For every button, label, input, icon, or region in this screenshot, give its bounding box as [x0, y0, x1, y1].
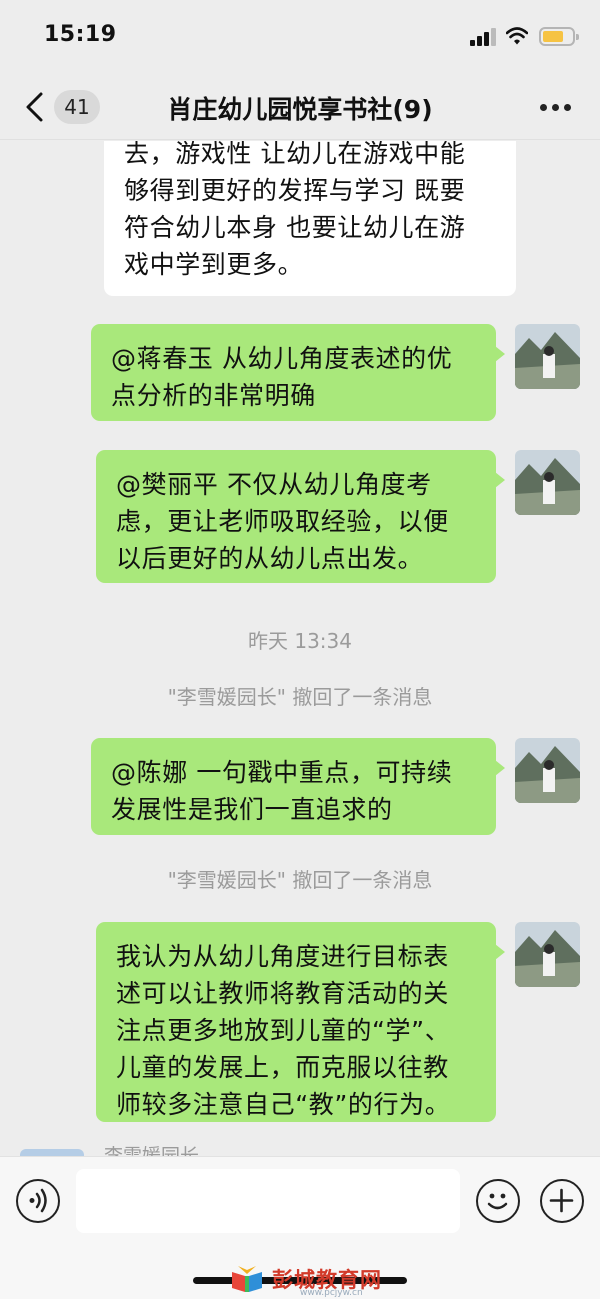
message-line: 符合幼儿本身 也要让幼儿在游	[124, 213, 466, 242]
chat-screen: 15:19 41 肖庄幼儿园悦享书社(9) 去，游戏性 让幼儿在游戏中能 够得到…	[0, 0, 600, 1299]
recall-notice: "李雪媛园长" 撤回了一条消息	[167, 868, 433, 892]
status-bar: 15:19	[0, 0, 600, 74]
message-line: 发展性是我们一直追求的	[111, 795, 393, 824]
watermark-logo	[232, 1266, 262, 1292]
signal-icon	[470, 28, 498, 46]
message-line: 注点更多地放到儿童的“学”、	[116, 1016, 451, 1045]
voice-icon	[29, 1188, 47, 1213]
message-line: 点分析的非常明确	[111, 381, 316, 410]
message-line: 述可以让教师将教育活动的关	[116, 979, 449, 1008]
message-line: 去，游戏性 让幼儿在游戏中能	[124, 141, 466, 168]
avatar[interactable]	[515, 738, 580, 803]
avatar-image	[515, 738, 580, 803]
avatar-image	[515, 922, 580, 987]
avatar-image	[515, 450, 580, 515]
message-line: 够得到更好的发挥与学习 既要	[124, 176, 466, 205]
wifi-icon	[506, 27, 528, 45]
voice-button[interactable]	[16, 1179, 60, 1223]
status-time: 15:19	[44, 22, 117, 47]
timestamp: 昨天 13:34	[248, 629, 352, 653]
avatar[interactable]	[515, 324, 580, 389]
message-bubble[interactable]: 去，游戏性 让幼儿在游戏中能 够得到更好的发挥与学习 既要 符合幼儿本身 也要让…	[104, 141, 516, 296]
avatar[interactable]	[515, 922, 580, 987]
message-line: 戏中学到更多。	[124, 250, 304, 279]
message-line: 儿童的发展上，而克服以往教	[116, 1053, 449, 1082]
message-line: 虑，更让老师吸取经验，以便	[116, 507, 449, 536]
chat-area[interactable]: 去，游戏性 让幼儿在游戏中能 够得到更好的发挥与学习 既要 符合幼儿本身 也要让…	[0, 141, 600, 1156]
plus-icon	[549, 1188, 574, 1213]
more-icon[interactable]	[540, 104, 572, 112]
message-bubble[interactable]: @蒋春玉 从幼儿角度表述的优 点分析的非常明确	[91, 324, 505, 421]
nav-bar: 41 肖庄幼儿园悦享书社(9)	[0, 74, 600, 140]
message-line: @樊丽平 不仅从幼儿角度考	[116, 470, 432, 499]
avatar[interactable]	[515, 450, 580, 515]
message-bubble[interactable]: 我认为从幼儿角度进行目标表 述可以让教师将教育活动的关 注点更多地放到儿童的“学…	[96, 922, 505, 1122]
message-line: @陈娜 一句戳中重点，可持续	[111, 758, 453, 787]
message-line: 我认为从幼儿角度进行目标表	[116, 942, 449, 971]
message-line: 师较多注意自己“教”的行为。	[116, 1090, 451, 1119]
battery-icon	[539, 27, 579, 46]
emoji-icon	[487, 1193, 508, 1210]
message-input[interactable]	[76, 1169, 460, 1233]
message-bubble[interactable]: @樊丽平 不仅从幼儿角度考 虑，更让老师吸取经验，以便 以后更好的从幼儿点出发。	[96, 450, 505, 583]
avatar-image	[515, 324, 580, 389]
chat-title: 肖庄幼儿园悦享书社(9)	[167, 95, 433, 124]
sender-avatar[interactable]	[20, 1149, 84, 1156]
watermark-url: www.pcjyw.cn	[300, 1288, 363, 1298]
emoji-button[interactable]	[476, 1179, 520, 1223]
recall-notice: "李雪媛园长" 撤回了一条消息	[167, 685, 433, 709]
message-line: @蒋春玉 从幼儿角度表述的优	[111, 344, 453, 373]
message-line: 以后更好的从幼儿点出发。	[116, 544, 424, 573]
message-bubble[interactable]: @陈娜 一句戳中重点，可持续 发展性是我们一直追求的	[91, 738, 505, 835]
plus-button[interactable]	[540, 1179, 584, 1223]
sender-name: 李雪媛园长	[104, 1145, 200, 1156]
